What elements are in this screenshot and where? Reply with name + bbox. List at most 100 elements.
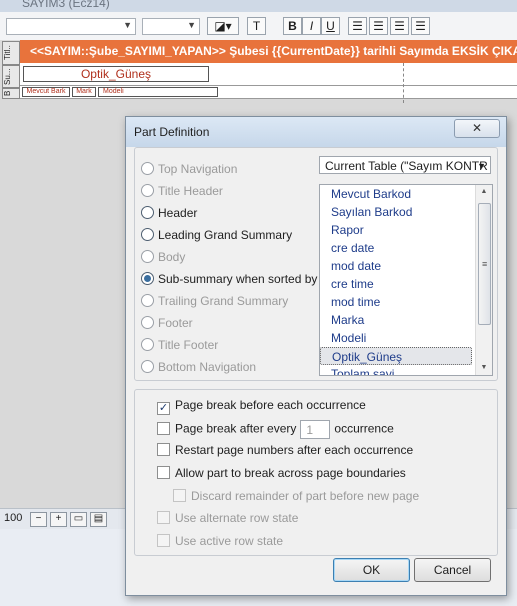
checkbox-label-suffix: occurrence xyxy=(334,421,394,436)
chevron-down-icon: ▼ xyxy=(477,161,486,171)
checkbox-box xyxy=(157,443,170,456)
body-band[interactable]: Mevcut Bark Mark Modeli xyxy=(20,86,517,99)
radio-selected-dot xyxy=(144,275,151,282)
close-icon: ✕ xyxy=(471,121,483,135)
align-center-icon: ☰ xyxy=(373,19,384,33)
view-mode-button[interactable]: ▤ xyxy=(90,512,107,527)
list-item-selected[interactable]: Optik_Güneş xyxy=(320,347,472,365)
align-left-icon: ☰ xyxy=(352,19,363,33)
part-definition-dialog: Part Definition ✕ Top Navigation Title H… xyxy=(125,116,507,596)
align-left-button[interactable]: ☰ xyxy=(348,17,367,35)
radio-trailing-grand-summary[interactable]: Trailing Grand Summary xyxy=(141,294,288,312)
checkbox-label: Use alternate row state xyxy=(175,511,299,525)
list-item[interactable]: Toplam sayi xyxy=(320,365,472,375)
checkbox-box xyxy=(157,534,170,547)
radio-circle xyxy=(141,272,154,285)
page-break-guide xyxy=(403,63,404,103)
active-row-checkbox[interactable]: Use active row state xyxy=(157,534,283,552)
radio-label: Bottom Navigation xyxy=(158,360,257,374)
chevron-down-icon: ▼ xyxy=(187,20,196,30)
discard-remainder-checkbox[interactable]: Discard remainder of part before new pag… xyxy=(173,489,419,507)
page-break-before-checkbox[interactable]: ✓ Page break before each occurrence xyxy=(157,398,366,416)
checkbox-label: Page break after every xyxy=(175,421,297,436)
checkbox-box xyxy=(173,489,186,502)
zoom-in-button[interactable]: + xyxy=(50,512,67,527)
line-style-button[interactable]: ◪▾ xyxy=(207,17,239,35)
formatting-toolbar: ▼ ▼ ◪▾ T B I U ☰ ☰ ☰ ☰ xyxy=(0,12,517,41)
radio-label: Title Footer xyxy=(158,338,219,352)
options-panel: ✓ Page break before each occurrence Page … xyxy=(134,389,498,556)
italic-button[interactable]: I xyxy=(302,17,321,35)
cancel-button[interactable]: Cancel xyxy=(414,558,491,582)
justify-button[interactable]: ☰ xyxy=(411,17,430,35)
page-break-after-checkbox[interactable]: Page break after every 1 occurrence xyxy=(157,420,394,439)
list-item[interactable]: Sayılan Barkod xyxy=(320,203,472,221)
radio-label: Title Header xyxy=(158,184,223,198)
zoom-level: 100 xyxy=(4,512,23,524)
radio-footer[interactable]: Footer xyxy=(141,316,193,334)
radio-label: Footer xyxy=(158,316,193,330)
bold-button[interactable]: B xyxy=(283,17,302,35)
justify-icon: ☰ xyxy=(415,19,426,33)
list-item[interactable]: cre date xyxy=(320,239,472,257)
optik-gunes-field[interactable]: Optik_Güneş xyxy=(23,66,209,82)
radio-leading-grand-summary[interactable]: Leading Grand Summary xyxy=(141,228,292,246)
list-item[interactable]: Marka xyxy=(320,311,472,329)
dialog-title: Part Definition xyxy=(134,125,210,139)
body-field-marka[interactable]: Mark xyxy=(72,87,96,97)
pen-icon: ◪▾ xyxy=(214,19,232,33)
list-item[interactable]: cre time xyxy=(320,275,472,293)
checkbox-box xyxy=(157,466,170,479)
underline-button[interactable]: U xyxy=(321,17,340,35)
radio-circle xyxy=(141,338,154,351)
scroll-thumb[interactable]: ≡ xyxy=(478,203,491,325)
subsummary-band[interactable]: Optik_Güneş xyxy=(20,63,517,86)
part-label-body[interactable]: B xyxy=(2,88,20,99)
part-label-toggle-button[interactable]: ▭ xyxy=(70,512,87,527)
radio-circle xyxy=(141,228,154,241)
close-button[interactable]: ✕ xyxy=(454,119,500,138)
list-item[interactable]: Modeli xyxy=(320,329,472,347)
radio-circle xyxy=(141,250,154,263)
scroll-up-icon[interactable]: ▲ xyxy=(476,185,492,199)
ok-button[interactable]: OK xyxy=(333,558,410,582)
radio-circle xyxy=(141,206,154,219)
radio-title-header[interactable]: Title Header xyxy=(141,184,223,202)
checkbox-label: Allow part to break across page boundari… xyxy=(175,466,406,480)
list-item[interactable]: Rapor xyxy=(320,221,472,239)
text-tool-button[interactable]: T xyxy=(247,17,266,35)
body-field-modeli[interactable]: Modeli xyxy=(98,87,218,97)
title-header-band[interactable]: <<SAYIM::Şube_SAYIMI_YAPAN>> Şubesi {{Cu… xyxy=(20,40,517,63)
radio-circle xyxy=(141,360,154,373)
radio-label: Trailing Grand Summary xyxy=(158,294,289,308)
zoom-out-button[interactable]: − xyxy=(30,512,47,527)
radio-bottom-navigation[interactable]: Bottom Navigation xyxy=(141,360,256,378)
radio-body[interactable]: Body xyxy=(141,250,185,268)
scroll-down-icon[interactable]: ▼ xyxy=(476,361,492,375)
radio-title-footer[interactable]: Title Footer xyxy=(141,338,218,356)
radio-sub-summary[interactable]: Sub-summary when sorted by xyxy=(141,272,317,290)
part-label-subsummary[interactable]: Su... xyxy=(2,65,20,88)
table-select[interactable]: Current Table ("Sayım KONTR ▼ xyxy=(319,156,491,174)
alternate-row-checkbox[interactable]: Use alternate row state xyxy=(157,511,298,529)
list-item[interactable]: mod time xyxy=(320,293,472,311)
align-right-button[interactable]: ☰ xyxy=(390,17,409,35)
window-title-bar: SAYIM3 (Ecz14) xyxy=(0,0,517,12)
list-item[interactable]: mod date xyxy=(320,257,472,275)
body-field-barkod[interactable]: Mevcut Bark xyxy=(22,87,70,97)
restart-page-numbers-checkbox[interactable]: Restart page numbers after each occurren… xyxy=(157,443,413,461)
list-item[interactable]: Mevcut Barkod xyxy=(320,185,472,203)
radio-label: Sub-summary when sorted by xyxy=(158,272,318,286)
radio-top-navigation[interactable]: Top Navigation xyxy=(141,162,237,180)
part-label-title[interactable]: Titl.. xyxy=(2,41,20,65)
allow-break-checkbox[interactable]: Allow part to break across page boundari… xyxy=(157,466,406,484)
radio-header[interactable]: Header xyxy=(141,206,197,224)
radio-label: Leading Grand Summary xyxy=(158,228,293,242)
checkbox-box xyxy=(157,511,170,524)
align-center-button[interactable]: ☰ xyxy=(369,17,388,35)
page-break-after-count[interactable]: 1 xyxy=(300,420,331,439)
field-list[interactable]: Mevcut Barkod Sayılan Barkod Rapor cre d… xyxy=(319,184,493,376)
size-combo[interactable]: ▼ xyxy=(142,18,200,35)
font-combo[interactable]: ▼ xyxy=(6,18,136,35)
field-list-scrollbar[interactable]: ▲ ≡ ▼ xyxy=(475,185,492,375)
